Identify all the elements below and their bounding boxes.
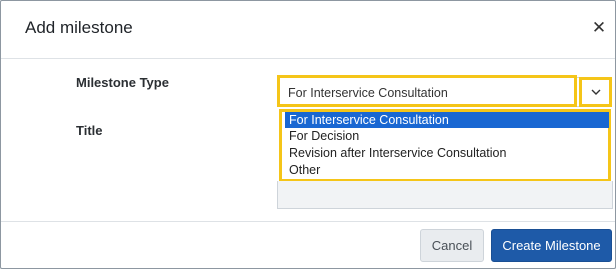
milestone-type-dropdown-list: For Interservice Consultation For Decisi… [279, 109, 611, 182]
milestone-type-selected-value: For Interservice Consultation [288, 86, 448, 100]
option-for-interservice-consultation[interactable]: For Interservice Consultation [285, 112, 609, 128]
close-icon[interactable]: ✕ [589, 17, 609, 39]
create-milestone-button[interactable]: Create Milestone [491, 229, 612, 262]
cancel-button[interactable]: Cancel [420, 229, 484, 262]
title-input[interactable] [277, 181, 613, 209]
add-milestone-dialog: Add milestone ✕ Milestone Type Title For… [0, 0, 616, 269]
option-revision-after-interservice-consultation[interactable]: Revision after Interservice Consultation [285, 145, 609, 161]
modal-header: Add milestone ✕ [1, 1, 615, 59]
option-for-decision[interactable]: For Decision [285, 128, 609, 144]
milestone-type-label: Milestone Type [76, 75, 169, 90]
milestone-type-select[interactable]: For Interservice Consultation [277, 77, 611, 107]
chevron-down-icon [591, 89, 601, 95]
dropdown-toggle-button[interactable] [579, 77, 612, 107]
title-label: Title [76, 123, 103, 138]
footer-divider [1, 221, 615, 222]
option-other[interactable]: Other [285, 162, 609, 178]
modal-title: Add milestone [25, 18, 133, 37]
